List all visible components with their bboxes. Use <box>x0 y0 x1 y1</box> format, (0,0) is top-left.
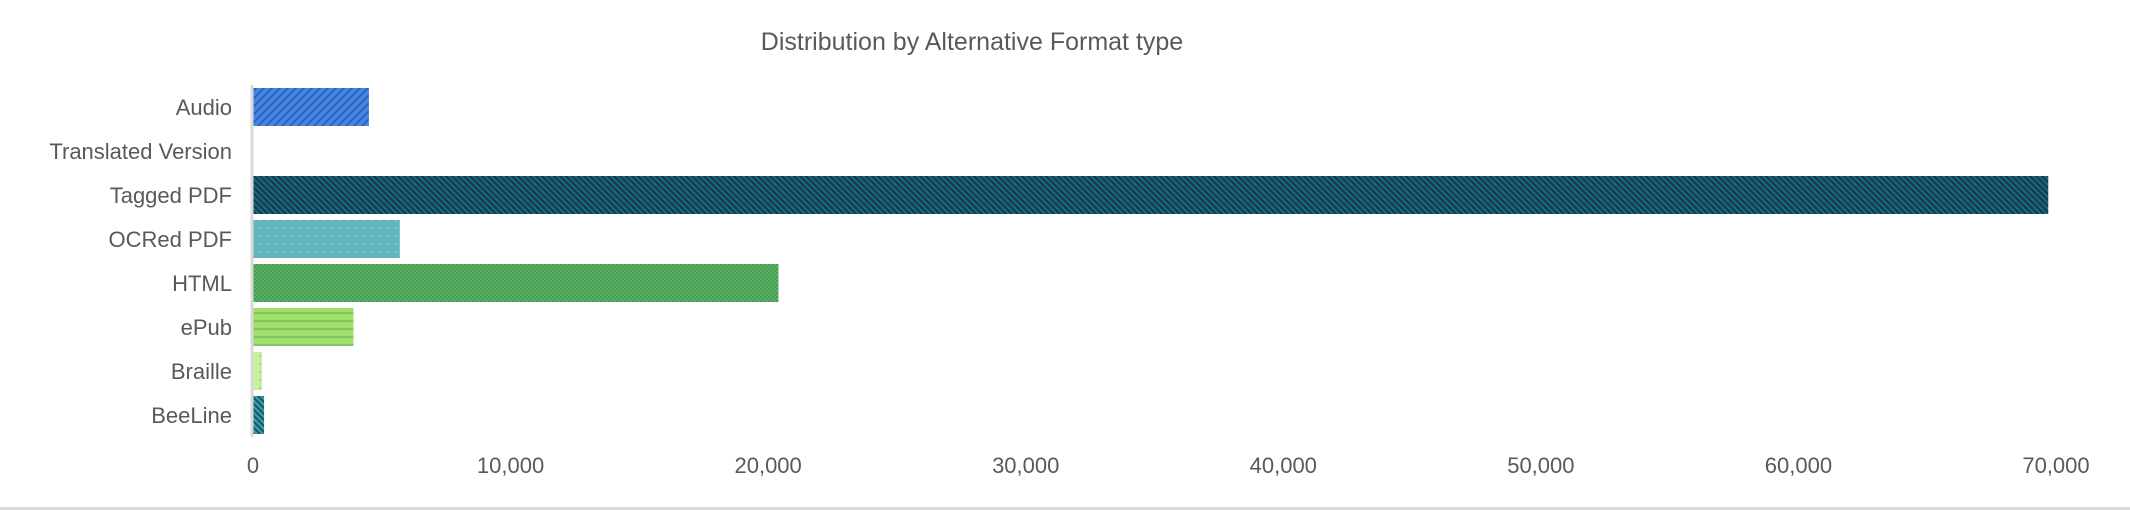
bar-tagged-pdf <box>253 176 2049 214</box>
x-tick-label: 50,000 <box>1507 453 1574 478</box>
x-tick-label: 0 <box>247 453 259 478</box>
category-label-audio: Audio <box>176 95 232 120</box>
x-tick-label: 30,000 <box>992 453 1059 478</box>
x-axis-tick-labels: 0 10,000 20,000 30,000 40,000 50,000 60,000 70,… <box>247 453 2090 478</box>
x-tick-label: 40,000 <box>1250 453 1317 478</box>
x-tick-label: 20,000 <box>734 453 801 478</box>
category-label-beeline: BeeLine <box>151 403 232 428</box>
category-label-translated-version: Translated Version <box>49 139 232 164</box>
x-tick-label: 70,000 <box>2022 453 2089 478</box>
bar-html <box>253 264 779 302</box>
bar-braille <box>253 352 263 390</box>
bar-chart: Distribution by Alternative Format type … <box>49 28 2090 478</box>
category-label-braille: Braille <box>171 359 232 384</box>
x-tick-label: 10,000 <box>477 453 544 478</box>
x-tick-label: 60,000 <box>1765 453 1832 478</box>
bar-ocred-pdf <box>253 220 400 258</box>
category-labels: Audio Translated Version Tagged PDF OCRed P… <box>49 95 232 428</box>
category-label-epub: ePub <box>181 315 232 340</box>
bars-group <box>253 88 2049 434</box>
bar-audio <box>253 88 369 126</box>
bar-beeline <box>253 396 265 434</box>
chart-title: Distribution by Alternative Format type <box>761 28 1183 56</box>
category-label-html: HTML <box>172 271 232 296</box>
category-label-tagged-pdf: Tagged PDF <box>110 183 232 208</box>
bar-epub <box>253 308 354 346</box>
category-label-ocred-pdf: OCRed PDF <box>109 227 232 252</box>
